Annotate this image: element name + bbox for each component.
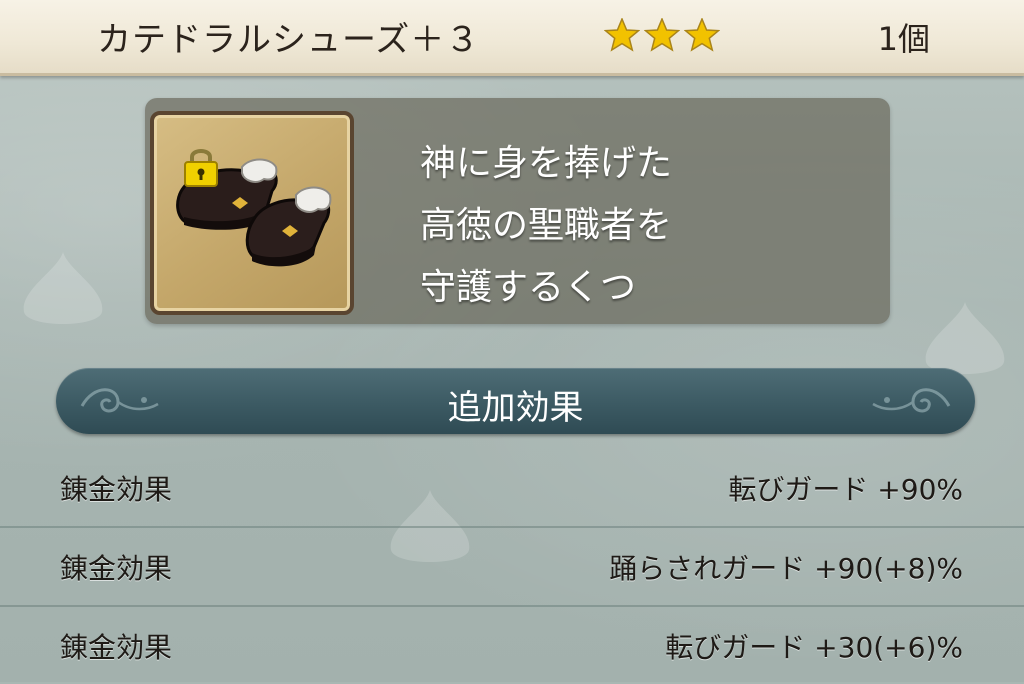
star-icon: [644, 18, 680, 52]
effect-row: 錬金効果 転びガード +90%: [0, 448, 1024, 528]
effect-label: 錬金効果: [60, 631, 173, 664]
effect-row: 錬金効果 踊らされガード +90(+8)%: [0, 527, 1024, 607]
effect-value: 踊らされガード +90(+8)%: [609, 552, 963, 585]
effect-value: 転びガード +90%: [728, 473, 963, 506]
effect-label: 錬金効果: [60, 473, 173, 506]
item-header: カテドラルシューズ＋３ 1個: [0, 0, 1024, 76]
effect-value: 転びガード +30(+6)%: [665, 631, 963, 664]
star-icon: [684, 18, 720, 52]
additional-effects-header: 追加効果: [56, 368, 975, 434]
description-line: 高徳の聖職者を: [420, 205, 673, 246]
section-title: 追加効果: [447, 388, 584, 428]
item-quantity: 1個: [877, 20, 930, 58]
rarity-stars: [604, 18, 720, 52]
effect-row: 錬金効果 転びガード +30(+6)%: [0, 606, 1024, 684]
item-name: カテドラルシューズ＋３: [97, 20, 481, 60]
item-description: 神に身を捧げた 高徳の聖職者を 守護するくつ: [420, 133, 672, 319]
slime-watermark-icon: [18, 250, 108, 330]
description-line: 守護するくつ: [420, 267, 637, 308]
item-icon-frame[interactable]: [150, 111, 354, 315]
effect-label: 錬金効果: [60, 552, 173, 585]
star-icon: [604, 18, 640, 52]
description-line: 神に身を捧げた: [420, 143, 673, 184]
padlock-icon: [184, 149, 218, 187]
ornament-right-icon: [872, 388, 951, 413]
